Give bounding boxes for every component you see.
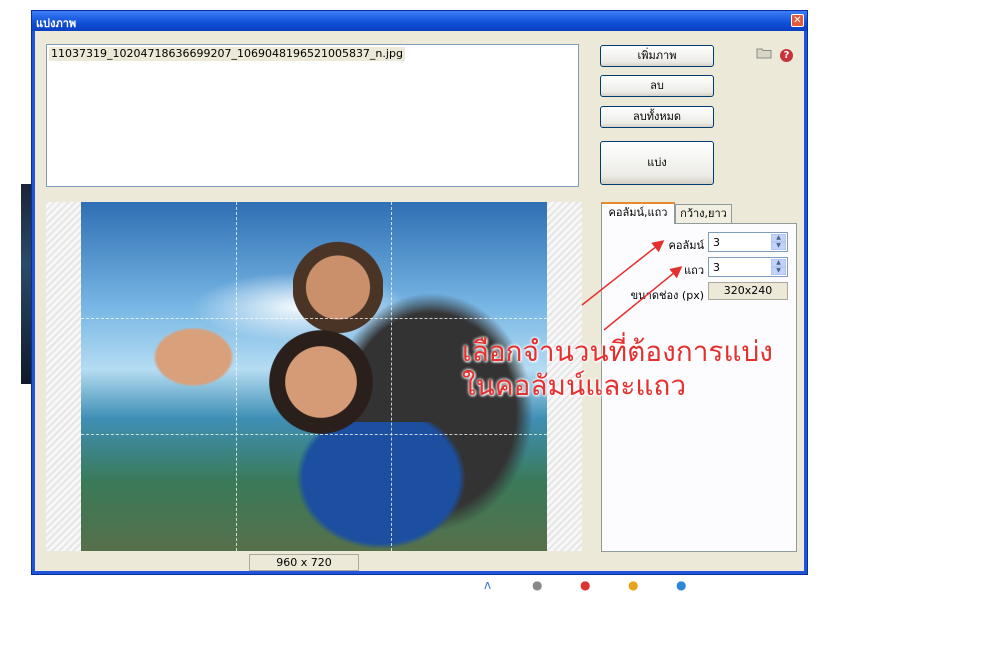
arrow-to-rows [603,266,683,331]
annotation-line-1: เลือกจำนวนที่ต้องการแบ่ง [462,335,773,368]
tab-label: คอลัมน์,แถว [608,206,668,219]
annotation-line-2: ในคอลัมน์และแถว [462,369,687,402]
annotation-text: เลือกจำนวนที่ต้องการแบ่ง ในคอลัมน์และแถว [462,335,773,403]
arrow-to-columns [581,240,665,306]
tab-columns-rows[interactable]: คอลัมน์,แถว [601,202,675,224]
